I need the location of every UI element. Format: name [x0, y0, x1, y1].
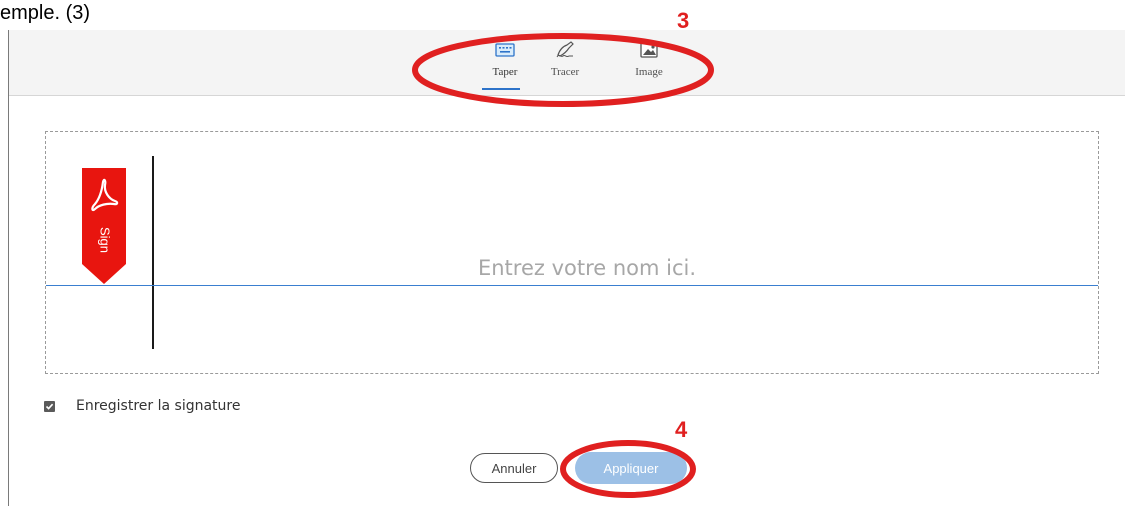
- document-caption: emple. (3): [0, 2, 91, 24]
- signature-placeholder: Entrez votre nom ici.: [477, 256, 697, 280]
- save-signature-checkbox[interactable]: [44, 401, 55, 412]
- checkmark-icon: [45, 403, 54, 410]
- cancel-button[interactable]: Annuler: [470, 453, 558, 483]
- text-cursor: [152, 156, 154, 349]
- signature-baseline: [46, 285, 1098, 286]
- save-signature-label: Enregistrer la signature: [76, 398, 241, 414]
- signature-input-area[interactable]: Sign Entrez votre nom ici.: [45, 131, 1099, 374]
- annotation-number-4: 4: [675, 417, 688, 442]
- annotation-ellipse-tabs: [412, 33, 714, 107]
- annotation-ellipse-apply: [560, 440, 696, 498]
- annotation-number-3: 3: [677, 8, 690, 33]
- sign-badge-text: Sign: [98, 227, 113, 253]
